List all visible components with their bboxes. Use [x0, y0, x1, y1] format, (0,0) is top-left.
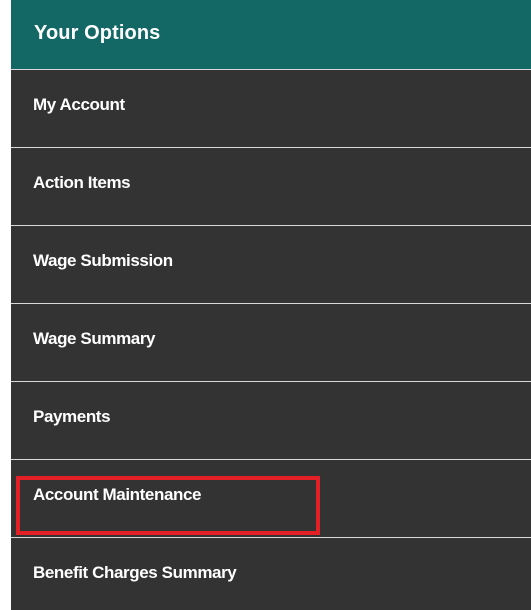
- menu-item-wage-summary[interactable]: Wage Summary: [11, 303, 531, 381]
- menu-item-label: Wage Submission: [33, 250, 173, 270]
- options-menu: Your Options My Account Action Items Wag…: [11, 0, 531, 610]
- menu-item-label: Payments: [33, 406, 111, 426]
- menu-item-account-maintenance[interactable]: Account Maintenance: [11, 459, 531, 537]
- menu-item-benefit-charges-summary[interactable]: Benefit Charges Summary: [11, 537, 531, 610]
- menu-item-label: My Account: [33, 94, 125, 114]
- screenshot-canvas: Your Options My Account Action Items Wag…: [0, 0, 531, 610]
- menu-item-label: Wage Summary: [33, 328, 156, 348]
- menu-item-label: Action Items: [33, 172, 131, 192]
- menu-header: Your Options: [11, 0, 531, 69]
- menu-item-wage-submission[interactable]: Wage Submission: [11, 225, 531, 303]
- menu-item-my-account[interactable]: My Account: [11, 69, 531, 147]
- menu-item-label: Benefit Charges Summary: [33, 562, 237, 582]
- menu-item-payments[interactable]: Payments: [11, 381, 531, 459]
- menu-item-label: Account Maintenance: [33, 484, 202, 504]
- menu-item-action-items[interactable]: Action Items: [11, 147, 531, 225]
